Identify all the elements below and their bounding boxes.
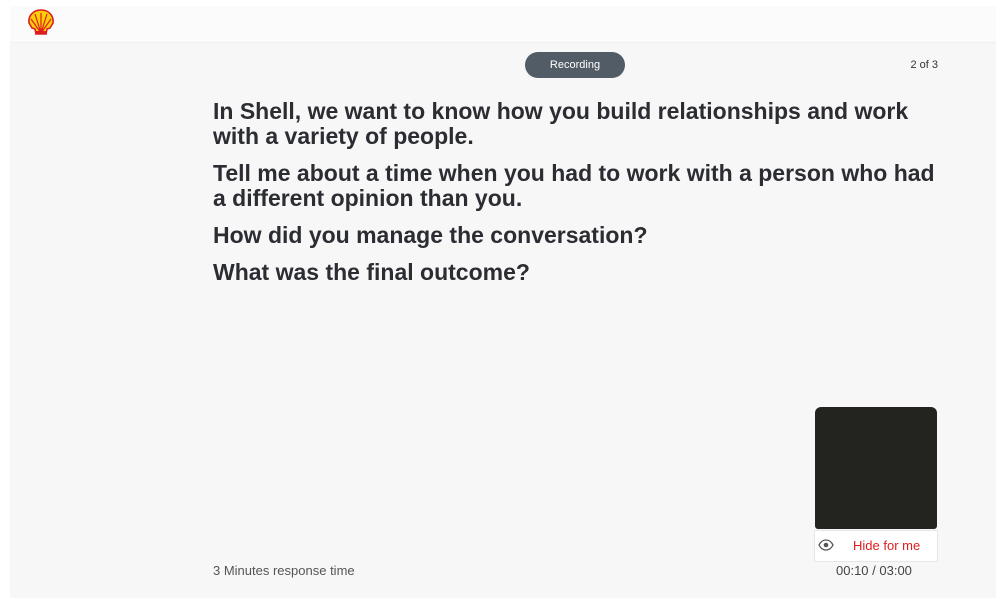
interview-stage: Recording 2 of 3 In Shell, we want to kn… [10, 43, 996, 598]
question-text: In Shell, we want to know how you build … [213, 99, 953, 297]
question-paragraph-2: Tell me about a time when you had to wor… [213, 160, 935, 211]
response-time-info: 3 Minutes response time [213, 563, 355, 578]
question-paragraph-3: How did you manage the conversation? [213, 222, 648, 248]
webcam-preview [815, 407, 937, 529]
page: Recording 2 of 3 In Shell, we want to kn… [0, 0, 1000, 604]
question-paragraph-1: In Shell, we want to know how you build … [213, 98, 909, 149]
shell-logo [28, 9, 54, 35]
recording-timer: 00:10 / 03:00 [836, 563, 912, 578]
question-paragraph-4: What was the final outcome? [213, 259, 530, 285]
hide-video-button[interactable]: Hide for me [814, 530, 938, 562]
eye-icon [818, 539, 834, 551]
question-counter: 2 of 3 [910, 59, 938, 71]
recording-status-pill: Recording [525, 52, 625, 78]
hide-video-label: Hide for me [853, 538, 921, 553]
top-bar [10, 6, 996, 43]
